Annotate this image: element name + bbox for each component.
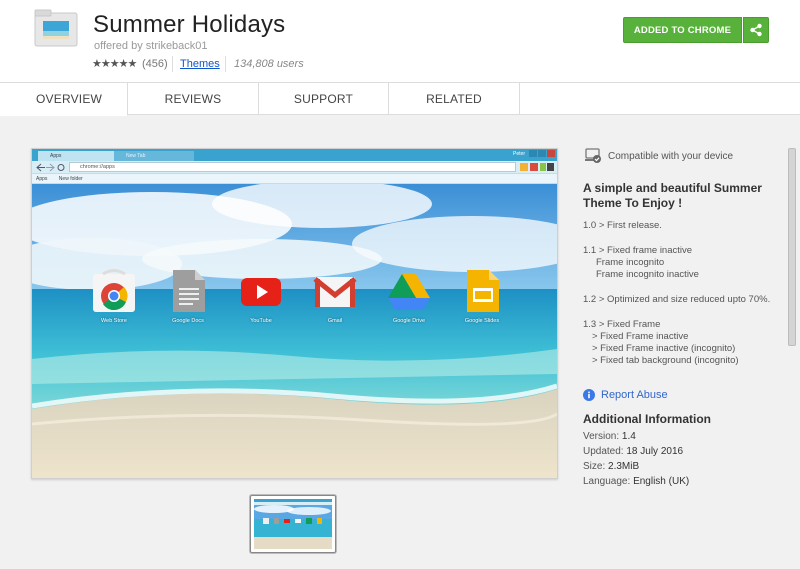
- browser-bookmarks-bar: Apps New folder: [32, 174, 557, 184]
- tab-related[interactable]: RELATED: [389, 83, 520, 115]
- chrome-web-store-icon: [91, 268, 137, 314]
- share-button[interactable]: [743, 17, 769, 43]
- bookmark-folder: New folder: [58, 176, 83, 182]
- gmail-icon: [312, 268, 358, 314]
- app-tile-google-drive: Google Drive: [374, 268, 444, 324]
- size-label: Size:: [583, 461, 606, 472]
- compatibility-notice: Compatible with your device: [585, 148, 733, 164]
- size-value: 2.3MiB: [608, 461, 640, 472]
- additional-information-heading: Additional Information: [583, 412, 711, 426]
- app-tile-gmail: Gmail: [300, 268, 370, 324]
- google-drive-icon: [386, 268, 432, 314]
- youtube-icon: [238, 268, 284, 314]
- updated-label: Updated:: [583, 446, 624, 457]
- app-tile-youtube: YouTube: [226, 268, 296, 324]
- changelog-line: Frame incognito inactive: [596, 269, 699, 280]
- theme-screenshot: Apps New Tab Peter chrome://apps Apps Ne…: [31, 148, 558, 479]
- google-slides-icon: [459, 268, 505, 314]
- description-scrollbar-thumb[interactable]: [788, 148, 796, 346]
- changelog-line: > Fixed Frame inactive (incognito): [592, 343, 736, 354]
- version-info: Version: 1.4: [583, 431, 636, 443]
- app-label: Google Docs: [172, 318, 204, 324]
- window-close-icon: [547, 150, 555, 157]
- offered-by-text: offered by strikeback01: [94, 40, 208, 52]
- page-title: Summer Holidays: [93, 11, 286, 38]
- size-info: Size: 2.3MiB: [583, 461, 639, 473]
- window-minimize-icon: [529, 150, 537, 157]
- bookmark-apps: Apps: [36, 176, 48, 182]
- browser-url-bar: chrome://apps: [69, 162, 516, 172]
- browser-toolbar: chrome://apps: [32, 161, 557, 174]
- user-count: 134,808 users: [234, 58, 304, 70]
- changelog-line: 1.2 > Optimized and size reduced upto 70…: [583, 294, 771, 305]
- updated-info: Updated: 18 July 2016: [583, 446, 683, 458]
- browser-profile-name: Peter: [513, 151, 525, 157]
- browser-tab-strip: Apps New Tab Peter: [32, 149, 557, 161]
- app-label: Google Slides: [464, 318, 500, 324]
- changelog-line: 1.0 > First release.: [583, 220, 662, 231]
- extension-icons: [520, 163, 554, 171]
- app-tile-web-store: Web Store: [79, 268, 149, 324]
- screenshot-thumbnail[interactable]: [250, 495, 336, 553]
- app-label: YouTube: [250, 318, 272, 324]
- added-to-chrome-button[interactable]: ADDED TO CHROME: [623, 17, 742, 43]
- browser-tab: New Tab: [114, 151, 194, 161]
- tab-support[interactable]: SUPPORT: [259, 83, 389, 115]
- app-label: Google Drive: [392, 318, 426, 324]
- info-icon: [583, 389, 595, 401]
- beach-wallpaper: Web Store Google Docs YouTube Gmail Goog…: [32, 180, 557, 478]
- version-label: Version:: [583, 431, 620, 442]
- language-info: Language: English (UK): [583, 476, 689, 488]
- theme-folder-icon: [34, 9, 78, 47]
- changelog-line: 1.3 > Fixed Frame: [583, 319, 661, 330]
- nav-arrows-icon: [36, 163, 65, 172]
- rating-stars[interactable]: ★★★★★: [92, 57, 137, 70]
- google-docs-icon: [165, 268, 211, 314]
- app-label: Web Store: [101, 318, 127, 324]
- category-link-themes[interactable]: Themes: [180, 58, 220, 70]
- changelog-line: > Fixed Frame inactive: [592, 331, 689, 342]
- version-value: 1.4: [621, 431, 636, 442]
- changelog-line: > Fixed tab background (incognito): [592, 355, 739, 366]
- tab-bar: OVERVIEW REVIEWS SUPPORT RELATED: [0, 83, 800, 116]
- changelog-line: 1.1 > Fixed frame inactive: [583, 245, 693, 256]
- description-title: A simple and beautiful Summer Theme To E…: [583, 181, 762, 210]
- compatibility-text: Compatible with your device: [608, 150, 734, 162]
- share-icon: [750, 23, 762, 37]
- device-compatible-icon: [585, 148, 601, 163]
- app-tile-google-docs: Google Docs: [153, 268, 223, 324]
- divider: [172, 56, 173, 72]
- divider: [225, 56, 226, 72]
- tab-reviews[interactable]: REVIEWS: [128, 83, 259, 115]
- app-tile-google-slides: Google Slides: [447, 268, 517, 324]
- tab-overview[interactable]: OVERVIEW: [0, 83, 128, 116]
- app-label: Gmail: [327, 318, 343, 324]
- updated-value: 18 July 2016: [626, 446, 684, 457]
- changelog-line: Frame incognito: [596, 257, 665, 268]
- report-abuse-label[interactable]: Report Abuse: [601, 389, 668, 401]
- report-abuse-link[interactable]: Report Abuse: [583, 389, 668, 401]
- language-label: Language:: [583, 476, 631, 487]
- window-maximize-icon: [538, 150, 546, 157]
- extension-header: Summer Holidays offered by strikeback01 …: [0, 0, 800, 83]
- rating-count[interactable]: (456): [142, 58, 168, 70]
- language-value: English (UK): [633, 476, 690, 487]
- browser-tab: Apps: [38, 151, 118, 161]
